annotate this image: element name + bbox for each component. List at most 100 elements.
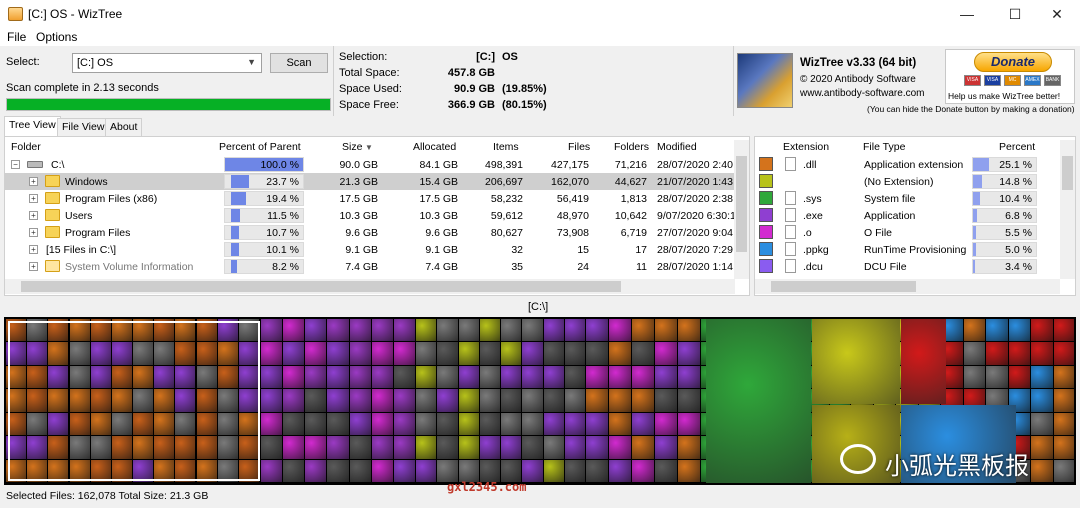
treemap-block[interactable] — [655, 319, 677, 342]
expand-icon[interactable]: + — [29, 177, 38, 186]
treemap-block[interactable] — [371, 459, 393, 482]
treemap-block[interactable] — [522, 319, 543, 342]
col-folders[interactable]: Folders — [614, 141, 649, 153]
treemap-block[interactable] — [655, 412, 677, 436]
treemap-block[interactable] — [305, 436, 327, 459]
treemap-block[interactable] — [416, 459, 437, 482]
treemap-block[interactable] — [501, 389, 522, 412]
treemap-block[interactable] — [522, 459, 543, 482]
treemap-block[interactable] — [678, 342, 700, 365]
table-row[interactable]: + Program Files (x86) 19.4 % 17.5 GB 17.5 GB… — [5, 190, 750, 207]
treemap-block[interactable] — [564, 389, 585, 412]
treemap-block[interactable] — [305, 412, 327, 436]
expand-icon[interactable]: + — [29, 211, 38, 220]
treemap-block[interactable] — [305, 319, 327, 342]
treemap-block[interactable] — [586, 436, 608, 459]
treemap-block[interactable] — [564, 342, 585, 365]
tab-about[interactable]: About — [105, 118, 143, 136]
treemap-block[interactable] — [327, 389, 349, 412]
scan-button[interactable]: Scan — [270, 53, 328, 73]
treemap-block[interactable] — [543, 365, 564, 389]
treemap-block[interactable] — [501, 365, 522, 389]
treemap-block[interactable] — [963, 342, 985, 365]
treemap-block[interactable] — [501, 342, 522, 365]
treemap-block[interactable] — [479, 342, 500, 365]
treemap-block[interactable] — [543, 342, 564, 365]
treemap-block[interactable] — [349, 365, 371, 389]
treemap-block[interactable] — [349, 319, 371, 342]
scroll-thumb[interactable] — [771, 281, 916, 292]
minimize-button[interactable]: — — [944, 0, 990, 28]
menu-options[interactable]: Options — [36, 30, 77, 44]
treemap-block[interactable] — [371, 319, 393, 342]
treemap-block[interactable] — [327, 459, 349, 482]
treemap-block[interactable] — [1031, 319, 1053, 342]
treemap-block[interactable] — [437, 459, 458, 482]
table-row[interactable]: + Program Files 10.7 % 9.6 GB 9.6 GB 80,627 73… — [5, 224, 750, 241]
treemap-block[interactable] — [261, 436, 283, 459]
treemap-block[interactable] — [437, 389, 458, 412]
treemap-block[interactable] — [349, 436, 371, 459]
treemap-block[interactable] — [501, 319, 522, 342]
list-item[interactable]: .exe Application 6.8 % — [755, 207, 1060, 224]
treemap-block[interactable] — [522, 342, 543, 365]
col-extension[interactable]: Extension — [783, 141, 829, 153]
treemap-block[interactable] — [349, 459, 371, 482]
treemap-block[interactable] — [586, 459, 608, 482]
treemap-block[interactable] — [632, 342, 654, 365]
treemap-block[interactable] — [261, 412, 283, 436]
col-ext-percent[interactable]: Percent — [999, 141, 1035, 153]
treemap-block[interactable] — [479, 459, 500, 482]
treemap-block[interactable] — [393, 436, 415, 459]
treemap-block[interactable] — [522, 389, 543, 412]
treemap-block[interactable] — [479, 412, 500, 436]
treemap-block[interactable] — [632, 389, 654, 412]
table-row[interactable]: + Windows 23.7 % 21.3 GB 15.4 GB 206,697 162,0… — [5, 173, 750, 190]
treemap-block[interactable] — [564, 319, 585, 342]
treemap-block[interactable] — [655, 459, 677, 482]
treemap-block[interactable] — [349, 389, 371, 412]
tab-file-view[interactable]: File View — [57, 118, 110, 136]
treemap-block[interactable] — [522, 365, 543, 389]
treemap-block[interactable] — [261, 319, 283, 342]
treemap-block[interactable] — [283, 459, 305, 482]
maximize-button[interactable]: ☐ — [992, 0, 1038, 28]
expand-icon[interactable]: − — [11, 160, 20, 169]
col-folder[interactable]: Folder — [11, 141, 41, 153]
treemap-block[interactable] — [283, 436, 305, 459]
treemap-block[interactable] — [393, 365, 415, 389]
treemap-block[interactable] — [812, 319, 900, 404]
treemap-block[interactable] — [1008, 319, 1030, 342]
treemap-block[interactable] — [586, 365, 608, 389]
list-item[interactable]: .sys System file 10.4 % — [755, 190, 1060, 207]
treemap-block[interactable] — [327, 342, 349, 365]
treemap-block[interactable] — [501, 436, 522, 459]
col-files[interactable]: Files — [568, 141, 590, 153]
expand-icon[interactable]: + — [29, 245, 38, 254]
treemap-block[interactable] — [678, 412, 700, 436]
table-row[interactable]: + Users 11.5 % 10.3 GB 10.3 GB 59,612 48,970 10… — [5, 207, 750, 224]
treemap-block[interactable] — [479, 389, 500, 412]
ext-horizontal-scrollbar[interactable] — [755, 279, 1060, 294]
treemap-block[interactable] — [437, 365, 458, 389]
treemap-block[interactable] — [632, 365, 654, 389]
treemap-block[interactable] — [1053, 319, 1074, 342]
treemap-block[interactable] — [1008, 365, 1030, 389]
treemap-block[interactable] — [586, 342, 608, 365]
donate-button[interactable]: Donate — [974, 52, 1052, 72]
col-file-type[interactable]: File Type — [863, 141, 905, 153]
expand-icon[interactable]: + — [29, 228, 38, 237]
treemap-block[interactable] — [706, 319, 811, 483]
treemap-block[interactable] — [416, 342, 437, 365]
table-row[interactable]: − C:\ 100.0 % 90.0 GB 84.1 GB 498,391 427,175 7… — [5, 156, 750, 173]
treemap-block[interactable] — [458, 389, 479, 412]
treemap-block[interactable] — [655, 342, 677, 365]
list-item[interactable]: (No Extension) 14.8 % — [755, 173, 1060, 190]
treemap-block[interactable] — [479, 365, 500, 389]
treemap-block[interactable] — [283, 389, 305, 412]
treemap-block[interactable] — [609, 342, 631, 365]
treemap-block[interactable] — [327, 365, 349, 389]
treemap-block[interactable] — [416, 319, 437, 342]
treemap-block[interactable] — [586, 412, 608, 436]
treemap-block[interactable] — [1031, 365, 1053, 389]
